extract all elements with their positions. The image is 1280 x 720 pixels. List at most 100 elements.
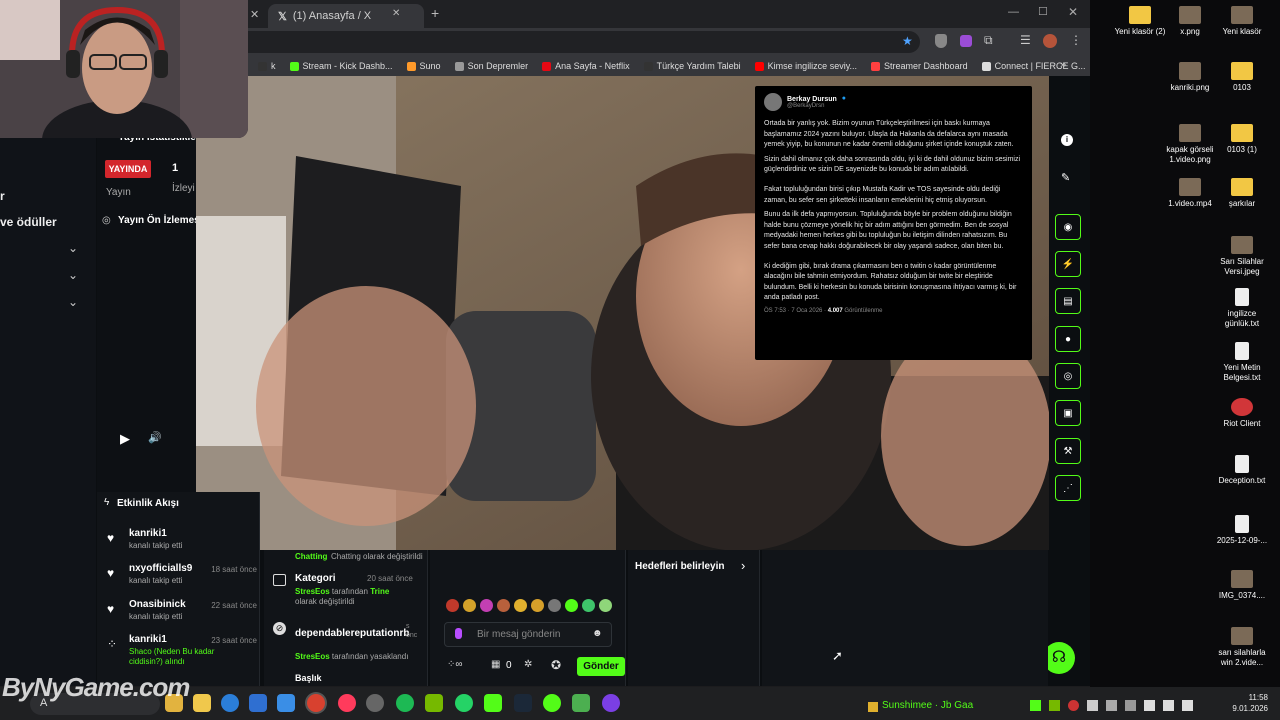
shield-extension-icon[interactable] [935, 34, 947, 48]
tray-icon[interactable] [1049, 700, 1060, 711]
bookmark-item[interactable]: Connect | FIERCE G... [981, 61, 1085, 71]
bookmark-item[interactable]: Suno [406, 61, 441, 71]
emote-icon[interactable] [446, 599, 459, 612]
bookmark-item[interactable]: k [258, 61, 276, 71]
emote-icon[interactable] [463, 599, 476, 612]
minecraft-icon[interactable] [572, 694, 590, 712]
lightning-icon[interactable]: ⚡ [1055, 251, 1081, 277]
address-bar[interactable] [200, 31, 920, 53]
chat-bubble-icon[interactable]: ● [1055, 326, 1081, 352]
bookmark-star-icon[interactable]: ★ [902, 34, 913, 48]
browser-menu-icon[interactable]: ⋮ [1070, 33, 1082, 47]
bookmark-item[interactable]: Streamer Dashboard [871, 61, 968, 71]
chevron-down-icon[interactable]: ⌄ [68, 295, 78, 309]
settings-gear-icon[interactable]: ✲ [524, 659, 532, 670]
chrome-icon[interactable] [307, 694, 325, 712]
desktop-icon[interactable]: Sarı Silahlar Versi.jpeg [1212, 236, 1272, 277]
app-icon[interactable] [602, 694, 620, 712]
desktop-icon[interactable]: Yeni Metin Belgesi.txt [1212, 342, 1272, 383]
desktop-icon[interactable]: sarı silahlarla win 2.vide... [1212, 627, 1272, 668]
emote-icon[interactable] [531, 599, 544, 612]
spotify-icon[interactable] [396, 694, 414, 712]
desktop-icon[interactable]: 0103 [1212, 62, 1272, 93]
nav-item-partial[interactable]: r [0, 189, 5, 203]
desktop-icon[interactable]: 1.video.mp4 [1160, 178, 1220, 209]
clock-date[interactable]: 9.01.2026 [1222, 704, 1268, 713]
emote-icon[interactable] [480, 599, 493, 612]
mail-icon[interactable] [277, 694, 295, 712]
chevron-down-icon[interactable]: ⌄ [68, 268, 78, 282]
layout-icon[interactable]: ▣ [1055, 400, 1081, 426]
steam-icon[interactable] [514, 694, 532, 712]
mic-tray-icon[interactable] [1144, 700, 1155, 711]
minimize-icon[interactable]: — [1008, 6, 1019, 18]
desktop-icon[interactable]: kapak görseli 1.video.png [1160, 124, 1220, 165]
desktop-icon[interactable]: x.png [1160, 6, 1220, 37]
bookmark-item[interactable]: Ana Sayfa - Netflix [542, 61, 630, 71]
desktop-icon[interactable]: Yeni klasör [1212, 6, 1272, 37]
tray-icon[interactable] [1106, 700, 1117, 711]
emote-icon[interactable] [599, 599, 612, 612]
folder-icon[interactable] [193, 694, 211, 712]
tab-search-icon[interactable]: ☰ [1020, 33, 1031, 47]
nav-item-rewards[interactable]: ve ödüller [0, 215, 57, 229]
kick-icon[interactable] [484, 694, 502, 712]
play-button[interactable]: ▶ [120, 431, 130, 447]
emote-icon[interactable] [548, 599, 561, 612]
obs-icon[interactable] [366, 694, 384, 712]
desktop-icon[interactable]: Deception.txt [1212, 455, 1272, 486]
tab-x-home[interactable]: 𝕏 (1) Anasayfa / X [268, 4, 424, 28]
activity-user[interactable]: kanriki1 [129, 528, 167, 539]
bookmark-item[interactable]: Kimse ingilizce seviy... [754, 61, 857, 71]
nvidia-icon[interactable] [425, 694, 443, 712]
broadcast-icon[interactable]: ◎ [1055, 363, 1081, 389]
send-button[interactable]: Gönder [577, 657, 625, 676]
document-icon[interactable]: ▤ [1055, 288, 1081, 314]
edit-icon[interactable]: ✎ [1061, 171, 1070, 184]
modlog-ban-user[interactable]: dependablereputationrb [295, 628, 409, 639]
opera-icon[interactable] [338, 694, 356, 712]
chevron-right-icon[interactable]: › [741, 558, 745, 573]
puzzle-icon[interactable]: ⧉ [984, 33, 993, 48]
activity-user[interactable]: nxyofficialls9 [129, 563, 192, 574]
desktop-icon[interactable]: şarkılar [1212, 178, 1272, 209]
desktop-icon[interactable]: kanriki.png [1160, 62, 1220, 93]
extension-icon[interactable] [960, 35, 972, 47]
tray-icon[interactable] [1125, 700, 1136, 711]
desktop-icon[interactable]: Riot Client [1212, 398, 1272, 429]
users-icon[interactable]: ⁘∞ [447, 659, 463, 670]
bookmark-item[interactable]: Stream - Kick Dashb... [289, 61, 393, 71]
set-goals-link[interactable]: Hedefleri belirleyin [635, 561, 724, 572]
close-tab-icon[interactable]: ✕ [250, 8, 259, 21]
wrench-icon[interactable]: ⚒ [1055, 438, 1081, 464]
app-icon[interactable] [543, 694, 561, 712]
wifi-icon[interactable] [1163, 700, 1174, 711]
emote-icon[interactable] [565, 599, 578, 612]
desktop-icon[interactable]: IMG_0374.... [1212, 570, 1272, 601]
desktop-icon[interactable]: 2025-12-09-... [1212, 515, 1272, 546]
activity-user[interactable]: Onasibinick [129, 599, 186, 610]
emote-icon[interactable] [582, 599, 595, 612]
volume-button[interactable]: 🔊 [148, 431, 162, 444]
more-bookmarks-button[interactable]: » [1060, 59, 1066, 71]
profile-avatar[interactable] [1043, 34, 1057, 48]
bookmark-item[interactable]: Son Depremler [454, 61, 528, 71]
close-active-tab-icon[interactable]: ✕ [392, 8, 400, 19]
clock-time[interactable]: 11:58 [1222, 693, 1268, 702]
emote-icon[interactable] [497, 599, 510, 612]
close-window-icon[interactable]: ✕ [1068, 5, 1078, 19]
maximize-icon[interactable]: ☐ [1038, 5, 1048, 18]
tray-icon[interactable] [1087, 700, 1098, 711]
info-icon[interactable]: i [1061, 134, 1073, 146]
new-tab-button[interactable]: + [431, 5, 439, 21]
volume-icon[interactable] [1182, 700, 1193, 711]
tray-icon[interactable] [1030, 700, 1041, 711]
emote-icon[interactable] [514, 599, 527, 612]
store-app-icon[interactable] [249, 694, 267, 712]
camera-icon[interactable]: ◉ [1055, 214, 1081, 240]
store-icon[interactable]: ▦ [491, 659, 500, 670]
bookmark-item[interactable]: Türkçe Yardım Talebi [643, 61, 741, 71]
desktop-icon[interactable]: 0103 (1) [1212, 124, 1272, 155]
whatsapp-icon[interactable] [455, 694, 473, 712]
desktop-icon[interactable]: ingilizce günlük.txt [1212, 288, 1272, 329]
